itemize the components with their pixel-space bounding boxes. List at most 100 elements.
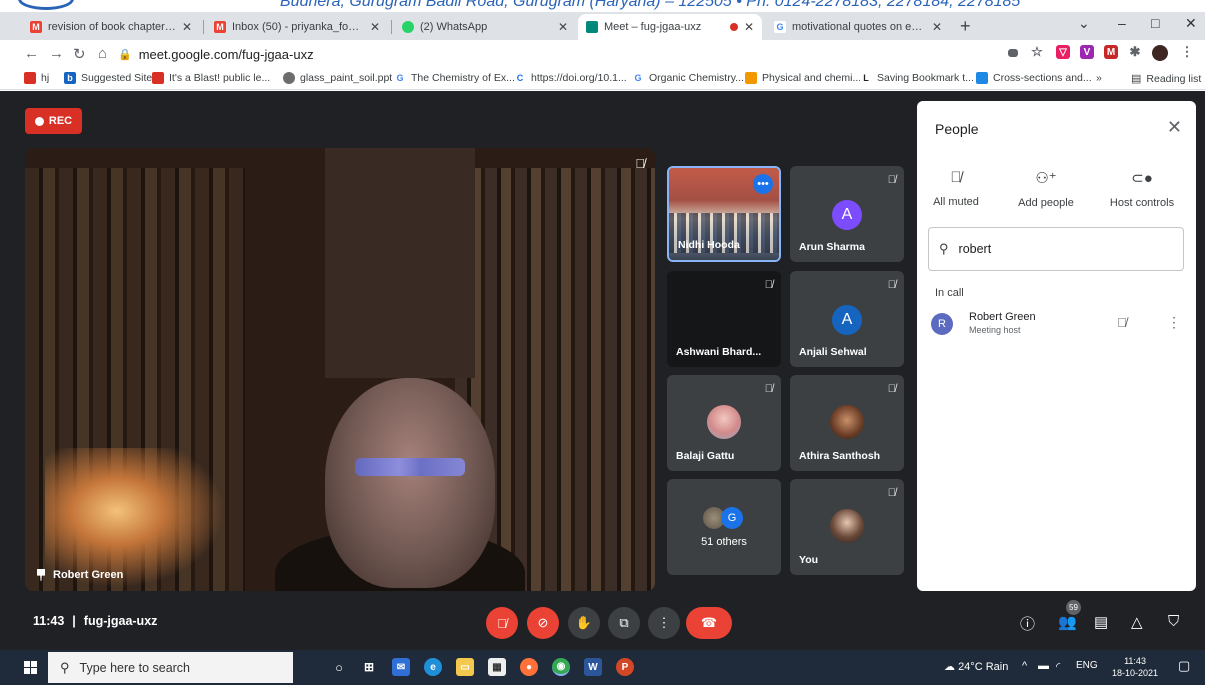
windows-start-icon[interactable] xyxy=(24,661,37,674)
mic-off-icon[interactable]: 🎙̸ xyxy=(1117,315,1127,330)
bookmark-saving[interactable]: L Saving Bookmark t... xyxy=(860,72,974,84)
task-view-icon[interactable]: ⊞ xyxy=(360,658,378,676)
bookmark-doi[interactable]: Chttps://doi.org/10.1... xyxy=(514,72,627,84)
close-icon[interactable]: ✕ xyxy=(744,20,754,34)
word-icon[interactable]: W xyxy=(584,658,602,676)
tile-anjali-sehwal[interactable]: 🎙̸ A Anjali Sehwal xyxy=(790,271,904,367)
more-options-icon[interactable]: ••• xyxy=(753,174,773,194)
people-panel: People ✕ 🎙̸ All muted ⚇⁺ Add people ⊂● H… xyxy=(917,101,1196,591)
language-indicator[interactable]: ENG xyxy=(1076,660,1098,671)
tile-others[interactable]: G 51 others xyxy=(667,479,781,575)
url-bar[interactable]: 🔒 meet.google.com/fug-jgaa-uxz xyxy=(118,43,988,65)
bookmark-cross-sections[interactable]: Cross-sections and... xyxy=(976,72,1092,84)
extension-pdf-icon[interactable]: M xyxy=(1104,45,1118,59)
people-search-input[interactable]: ⚲ robert xyxy=(928,227,1184,271)
bookmark-suggested-sites[interactable]: b Suggested Sites xyxy=(64,72,157,84)
host-controls-button[interactable]: ⊂● Host controls xyxy=(1097,169,1187,209)
maximize-button[interactable]: □ xyxy=(1151,15,1159,31)
leave-call-button[interactable]: ☎ xyxy=(686,607,732,639)
mic-off-icon: 🎙̸ xyxy=(887,487,896,499)
close-icon[interactable]: ✕ xyxy=(182,20,192,34)
close-icon[interactable]: ✕ xyxy=(932,20,942,34)
recording-icon xyxy=(729,23,738,31)
people-icon[interactable]: 👥 xyxy=(1058,613,1077,631)
tab-meet[interactable]: Meet – fug-jgaa-uxz ✕ xyxy=(578,14,762,40)
mail-icon[interactable]: ✉ xyxy=(392,658,410,676)
bookmark-organic[interactable]: G Organic Chemistry... xyxy=(632,72,744,84)
tab-whatsapp[interactable]: (2) WhatsApp ✕ xyxy=(394,14,576,40)
taskbar-search-input[interactable]: ⚲ Type here to search xyxy=(48,652,293,683)
weather-widget[interactable]: ☁ 24°C Rain xyxy=(944,660,1008,673)
battery-icon[interactable]: ▬ xyxy=(1038,660,1049,672)
university-logo xyxy=(18,0,74,10)
star-icon[interactable]: ☆ xyxy=(1030,44,1044,59)
recording-indicator[interactable]: REC xyxy=(25,108,82,134)
tile-you[interactable]: 🎙̸ You xyxy=(790,479,904,575)
present-button[interactable]: ⧉ xyxy=(608,607,640,639)
tile-athira-santhosh[interactable]: 🎙̸ Athira Santhosh xyxy=(790,375,904,471)
minimize-button[interactable]: – xyxy=(1118,15,1126,31)
youtube-icon xyxy=(152,72,164,84)
add-people-button[interactable]: ⚇⁺ Add people xyxy=(1001,169,1091,209)
google-icon: G xyxy=(394,72,406,84)
cortana-icon[interactable]: ○ xyxy=(330,658,348,676)
tile-nidhi-hooda[interactable]: ••• Nidhi Hooda xyxy=(667,166,781,262)
notifications-icon[interactable]: ▢ xyxy=(1178,658,1190,674)
meet-icon xyxy=(586,21,598,33)
reload-icon[interactable]: ↻ xyxy=(73,45,86,63)
bookmark-chemistry[interactable]: G The Chemistry of Ex... xyxy=(394,72,515,84)
more-options-icon[interactable]: ⋮ xyxy=(1167,314,1181,331)
tab-google-search[interactable]: G motivational quotes on educatio ✕ xyxy=(766,14,950,40)
speaker-head xyxy=(325,378,495,588)
tile-arun-sharma[interactable]: 🎙̸ A Arun Sharma xyxy=(790,166,904,262)
back-icon[interactable]: ← xyxy=(24,45,39,62)
close-window-button[interactable]: ✕ xyxy=(1185,15,1197,32)
participant-row[interactable]: R Robert Green Meeting host 🎙̸ ⋮ xyxy=(931,310,1183,342)
activities-icon[interactable]: △ xyxy=(1131,613,1143,631)
camera-button[interactable]: ⊘ xyxy=(527,607,559,639)
pocket-icon[interactable]: ▽ xyxy=(1056,45,1070,59)
menu-icon[interactable]: ⋮ xyxy=(1180,44,1194,59)
camera-icon[interactable] xyxy=(1008,49,1018,57)
close-icon[interactable]: ✕ xyxy=(1167,117,1182,138)
show-hidden-icons-icon[interactable]: ^ xyxy=(1022,660,1027,672)
close-icon[interactable]: ✕ xyxy=(558,20,568,34)
bookmark-physical[interactable]: Physical and chemi... xyxy=(745,72,861,84)
puzzle-icon[interactable]: ✱ xyxy=(1128,44,1142,59)
reading-list-button[interactable]: ▤ Reading list xyxy=(1131,72,1201,86)
edge-icon[interactable]: e xyxy=(424,658,442,676)
bookmark-blast[interactable]: It's a Blast! public le... xyxy=(152,72,270,84)
tab-inbox[interactable]: M Inbox (50) - priyanka_fosc@sgtu ✕ xyxy=(206,14,388,40)
host-shield-icon[interactable]: ⛉ xyxy=(1168,613,1179,630)
chrome-icon[interactable]: ◉ xyxy=(552,658,570,676)
bookmark-hj[interactable]: hj xyxy=(24,72,49,84)
close-icon[interactable]: ✕ xyxy=(370,20,380,34)
microphone-button[interactable]: 🎙̸ xyxy=(486,607,518,639)
record-dot-icon xyxy=(34,116,44,126)
raise-hand-button[interactable]: ✋ xyxy=(568,607,600,639)
tile-ashwani-bhard[interactable]: 🎙̸ Ashwani Bhard... xyxy=(667,271,781,367)
tab-book-chapter[interactable]: M revision of book chapter on 'Phys ✕ xyxy=(22,14,200,40)
home-icon[interactable]: ⌂ xyxy=(98,45,107,62)
forward-icon[interactable]: → xyxy=(49,45,64,62)
taskbar-clock[interactable]: 11:43 18-10-2021 xyxy=(1112,655,1158,679)
firefox-icon[interactable]: ● xyxy=(520,658,538,676)
doi-icon: C xyxy=(514,72,526,84)
file-explorer-icon[interactable]: ▭ xyxy=(456,658,474,676)
store-icon[interactable]: ▦ xyxy=(488,658,506,676)
bookmark-glass-paint[interactable]: glass_paint_soil.ppt xyxy=(283,72,392,84)
main-speaker-video[interactable]: 🎙̸ Robert Green xyxy=(25,148,655,591)
tab-search-icon[interactable]: ⌄ xyxy=(1078,15,1090,32)
info-icon[interactable]: ⓘ xyxy=(1020,613,1035,634)
wifi-icon[interactable]: ◜ xyxy=(1056,660,1060,673)
all-muted-button[interactable]: 🎙̸ All muted xyxy=(911,169,1001,208)
extension-v-icon[interactable]: V xyxy=(1080,45,1094,59)
new-tab-button[interactable]: + xyxy=(960,16,971,37)
mic-off-icon: 🎙̸ xyxy=(764,279,773,291)
powerpoint-icon[interactable]: P xyxy=(616,658,634,676)
more-options-button[interactable]: ⋮ xyxy=(648,607,680,639)
chat-icon[interactable]: ▤ xyxy=(1094,613,1108,631)
profile-avatar[interactable] xyxy=(1152,45,1168,61)
bookmarks-overflow-button[interactable]: » xyxy=(1096,72,1102,84)
tile-balaji-gattu[interactable]: 🎙̸ Balaji Gattu xyxy=(667,375,781,471)
